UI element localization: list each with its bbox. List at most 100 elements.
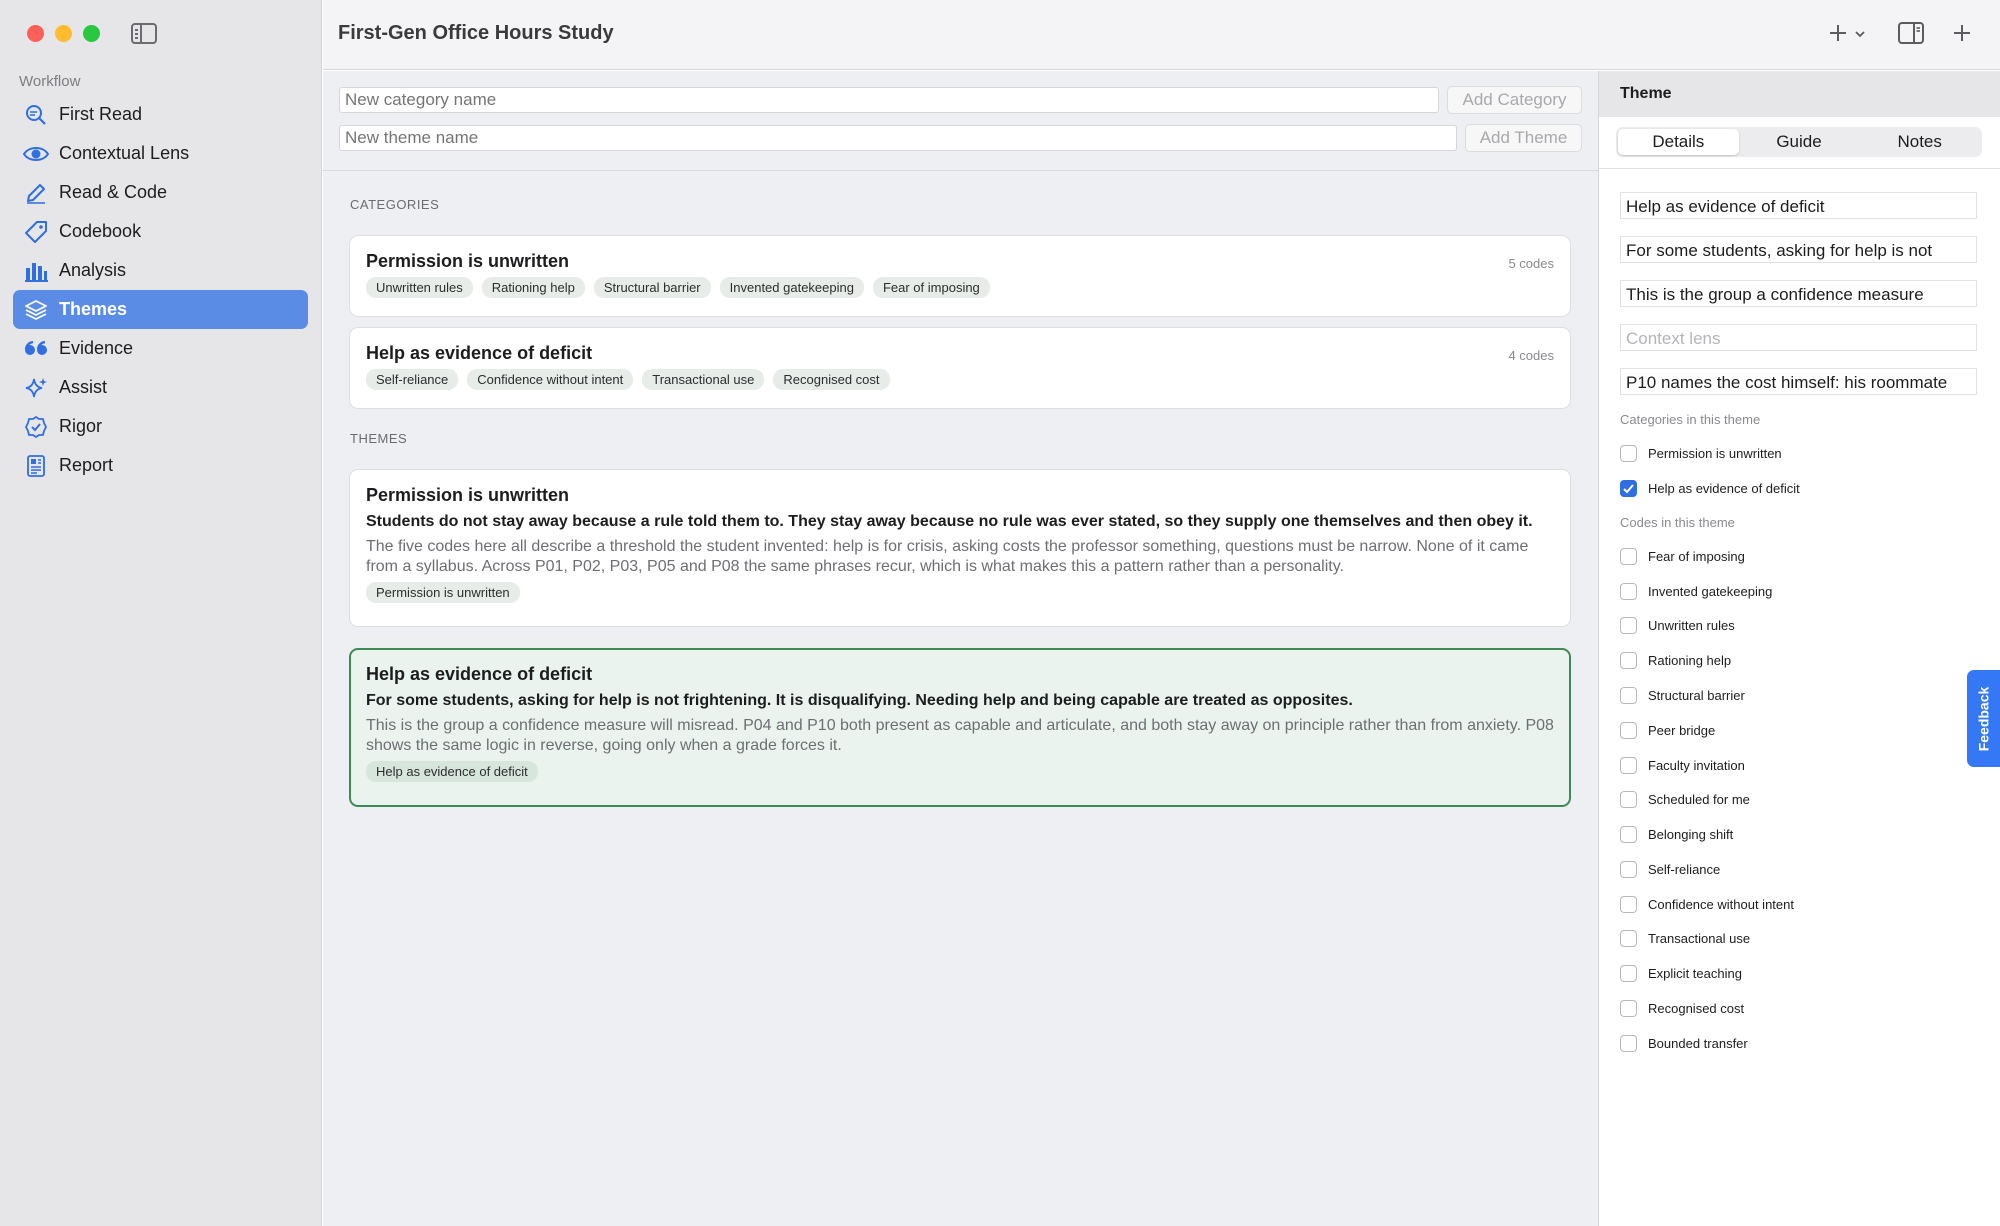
badge-check-icon — [23, 414, 49, 440]
new-category-input[interactable] — [339, 87, 1439, 113]
code-checkbox-row[interactable]: Faculty invitation — [1620, 757, 1745, 774]
checkbox[interactable] — [1620, 445, 1637, 462]
sidebar-item-read-code[interactable]: Read & Code — [13, 173, 308, 212]
code-checkbox-row[interactable]: Explicit teaching — [1620, 965, 1742, 982]
code-checkbox-row[interactable]: Recognised cost — [1620, 1000, 1744, 1017]
code-chip[interactable]: Invented gatekeeping — [719, 277, 864, 298]
sidebar-item-label: Evidence — [59, 338, 134, 358]
category-checkbox-row[interactable]: Permission is unwritten — [1620, 445, 1782, 462]
inspector-panel: Theme Details Guide Notes Help as eviden… — [1598, 71, 2000, 1226]
theme-card-selected[interactable]: Help as evidence of deficit For some stu… — [349, 648, 1571, 807]
sidebar-item-contextual-lens[interactable]: Contextual Lens — [13, 134, 308, 173]
category-checkbox-row[interactable]: Help as evidence of deficit — [1620, 480, 1800, 497]
theme-claim: Students do not stay away because a rule… — [366, 513, 1533, 530]
category-card[interactable]: Help as evidence of deficit 4 codes Self… — [349, 327, 1571, 409]
categories-heading: CATEGORIES — [350, 197, 440, 212]
tab-details[interactable]: Details — [1618, 129, 1739, 155]
code-checkbox-row[interactable]: Unwritten rules — [1620, 617, 1735, 634]
codes-in-theme-label: Codes in this theme — [1620, 515, 1735, 530]
sidebar-right-icon — [1898, 21, 1924, 49]
tab-guide[interactable]: Guide — [1739, 129, 1860, 155]
code-checkbox-row[interactable]: Rationing help — [1620, 652, 1731, 669]
inspector-toggle-button[interactable] — [1898, 20, 1924, 50]
code-checkbox-row[interactable]: Confidence without intent — [1620, 896, 1794, 913]
chevron-down-icon — [1854, 26, 1866, 44]
code-checkbox-row[interactable]: Bounded transfer — [1620, 1035, 1748, 1052]
checkbox[interactable] — [1620, 652, 1637, 669]
sidebar-item-assist[interactable]: Assist — [13, 368, 308, 407]
new-item-button[interactable] — [1952, 20, 1972, 50]
code-checkbox-row[interactable]: Invented gatekeeping — [1620, 583, 1772, 600]
sidebar-nav: First Read Contextual Lens Read & Code C… — [13, 95, 308, 485]
code-checkbox-row[interactable]: Scheduled for me — [1620, 791, 1750, 808]
theme-name-field[interactable]: Help as evidence of deficit — [1620, 192, 1977, 219]
theme-card[interactable]: Permission is unwritten Students do not … — [349, 469, 1571, 627]
code-checkbox-row[interactable]: Self-reliance — [1620, 861, 1720, 878]
code-chip[interactable]: Fear of imposing — [872, 277, 990, 298]
add-theme-button[interactable]: Add Theme — [1465, 124, 1582, 152]
code-chip[interactable]: Recognised cost — [773, 369, 890, 390]
sidebar-toggle-icon[interactable] — [131, 23, 157, 44]
sidebar-item-rigor[interactable]: Rigor — [13, 407, 308, 446]
checkbox-label: Transactional use — [1648, 931, 1751, 946]
zoom-window-button[interactable] — [83, 25, 100, 42]
code-checkbox-row[interactable]: Belonging shift — [1620, 826, 1733, 843]
theme-claim: For some students, asking for help is no… — [366, 692, 1353, 709]
sidebar-item-report[interactable]: Report — [13, 446, 308, 485]
category-card[interactable]: Permission is unwritten 5 codes Unwritte… — [349, 235, 1571, 317]
new-theme-input[interactable] — [339, 125, 1457, 151]
theme-claim-field[interactable]: For some students, asking for help is no… — [1620, 236, 1977, 263]
checkbox[interactable] — [1620, 965, 1637, 982]
checkbox[interactable] — [1620, 548, 1637, 565]
sidebar-item-first-read[interactable]: First Read — [13, 95, 308, 134]
checkbox[interactable] — [1620, 896, 1637, 913]
code-chip[interactable]: Structural barrier — [593, 277, 711, 298]
checkbox[interactable] — [1620, 930, 1637, 947]
close-window-button[interactable] — [27, 25, 44, 42]
sidebar-item-themes[interactable]: Themes — [13, 290, 308, 329]
window-controls — [27, 25, 100, 42]
code-chip[interactable]: Self-reliance — [366, 369, 459, 390]
code-chip[interactable]: Confidence without intent — [467, 369, 634, 390]
checkbox[interactable] — [1620, 791, 1637, 808]
checkbox[interactable] — [1620, 687, 1637, 704]
theme-evidence-field[interactable]: P10 names the cost himself: his roommate — [1620, 368, 1977, 395]
sidebar-item-evidence[interactable]: Evidence — [13, 329, 308, 368]
sidebar: Workflow First Read Contextual Lens Read… — [0, 0, 322, 1226]
theme-category-chips: Permission is unwritten — [366, 582, 1554, 603]
sidebar-item-analysis[interactable]: Analysis — [13, 251, 308, 290]
checkbox[interactable] — [1620, 1000, 1637, 1017]
checkbox[interactable] — [1620, 583, 1637, 600]
code-checkbox-row[interactable]: Transactional use — [1620, 930, 1750, 947]
checkbox[interactable] — [1620, 826, 1637, 843]
checkbox[interactable] — [1620, 1035, 1637, 1052]
tab-notes[interactable]: Notes — [1859, 129, 1980, 155]
code-checkbox-row[interactable]: Peer bridge — [1620, 722, 1715, 739]
category-chip[interactable]: Help as evidence of deficit — [366, 761, 538, 782]
checkbox[interactable] — [1620, 722, 1637, 739]
sidebar-item-label: First Read — [59, 104, 143, 124]
code-chip[interactable]: Rationing help — [481, 277, 585, 298]
sidebar-item-label: Assist — [59, 377, 108, 397]
sidebar-item-label: Contextual Lens — [59, 143, 190, 163]
code-chip[interactable]: Unwritten rules — [366, 277, 473, 298]
checkbox[interactable] — [1620, 617, 1637, 634]
checkbox[interactable] — [1620, 861, 1637, 878]
add-menu-button[interactable] — [1828, 20, 1866, 50]
magnifier-icon — [23, 102, 49, 128]
add-category-button[interactable]: Add Category — [1447, 86, 1582, 114]
checkbox-checked[interactable] — [1620, 480, 1637, 497]
feedback-button[interactable]: Feedback — [1967, 670, 2000, 767]
theme-description: The five codes here all describe a thres… — [366, 538, 1529, 575]
code-checkbox-row[interactable]: Fear of imposing — [1620, 548, 1745, 565]
context-lens-field[interactable]: Context lens — [1620, 324, 1977, 351]
checkbox[interactable] — [1620, 757, 1637, 774]
bar-chart-icon — [23, 258, 49, 284]
code-chip[interactable]: Transactional use — [642, 369, 765, 390]
category-chip[interactable]: Permission is unwritten — [366, 582, 520, 603]
theme-description-field[interactable]: This is the group a confidence measure — [1620, 280, 1977, 307]
themes-heading: THEMES — [350, 431, 408, 446]
minimize-window-button[interactable] — [55, 25, 72, 42]
sidebar-item-codebook[interactable]: Codebook — [13, 212, 308, 251]
code-checkbox-row[interactable]: Structural barrier — [1620, 687, 1745, 704]
